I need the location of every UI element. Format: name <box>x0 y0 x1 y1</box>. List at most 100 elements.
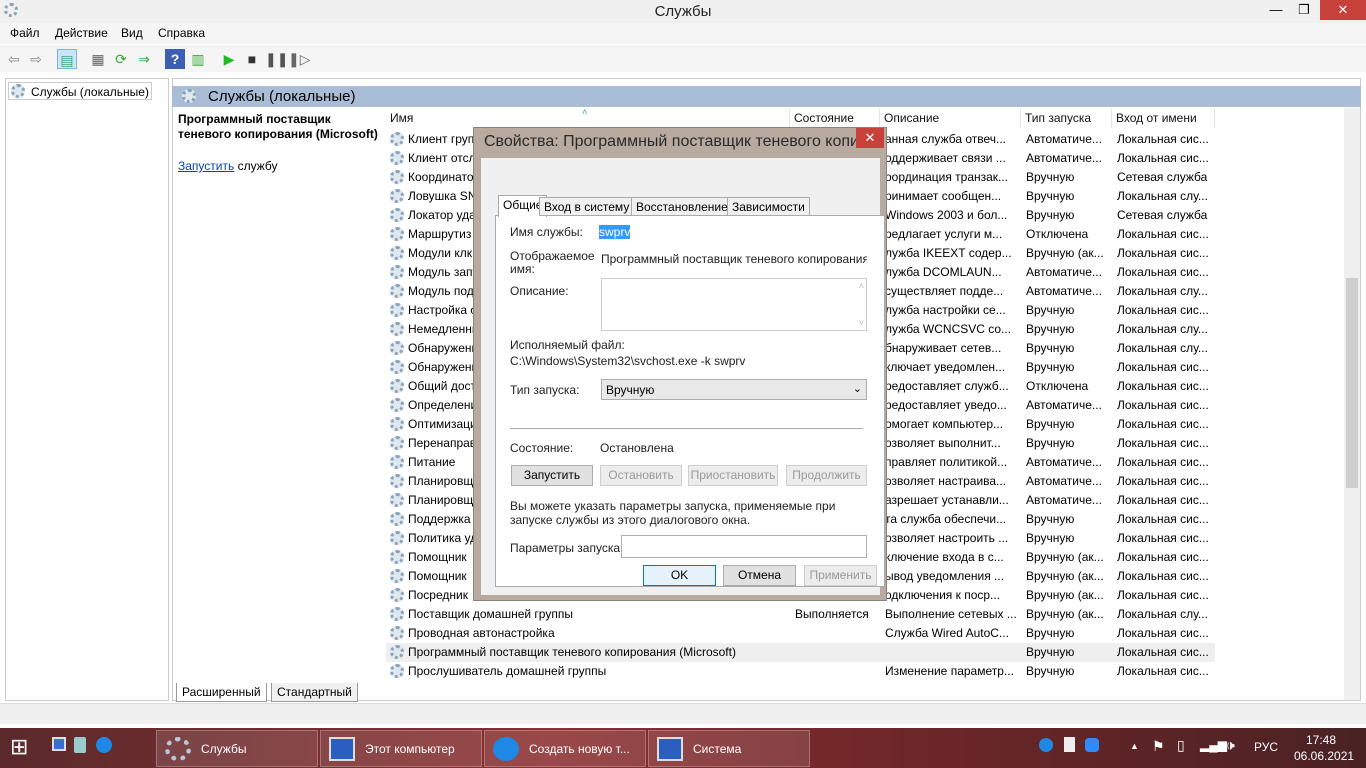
executable-path: C:\Windows\System32\svchost.exe -k swprv <box>510 354 746 368</box>
taskbar-item-create-new[interactable]: Создать новую т... <box>484 730 646 767</box>
tab-extended[interactable]: Расширенный <box>176 683 267 702</box>
pause-service-icon[interactable]: ❚❚ <box>265 49 288 69</box>
chevron-down-icon: ⌄ <box>852 383 862 395</box>
ok-button[interactable]: OK <box>643 565 716 586</box>
service-startup-type: Автоматиче... <box>1026 265 1102 279</box>
menu-help[interactable]: Справка <box>158 26 205 40</box>
menu-bar: Файл Действие Вид Справка <box>0 23 1366 44</box>
document-icon[interactable] <box>1064 737 1075 752</box>
params-input[interactable] <box>621 535 867 558</box>
service-logon-as: Локальная слу... <box>1117 341 1208 355</box>
network-signal-icon[interactable]: ▂▄▆ <box>1200 738 1227 752</box>
start-service-link[interactable]: Запустить <box>178 159 234 173</box>
start-button[interactable]: Запустить <box>511 465 593 486</box>
vertical-scrollbar[interactable] <box>1344 108 1360 700</box>
column-header-description[interactable]: Описание <box>880 108 1021 128</box>
service-logon-as: Локальная сис... <box>1117 569 1209 583</box>
services-icon <box>165 737 191 761</box>
params-label: Параметры запуска: <box>510 541 624 555</box>
column-header-startup-type[interactable]: Тип запуска <box>1021 108 1112 128</box>
menu-action[interactable]: Действие <box>55 26 108 40</box>
tab-recovery[interactable]: Восстановление <box>631 197 733 216</box>
service-logon-as: Локальная сис... <box>1117 398 1209 412</box>
taskbar-item-services[interactable]: Службы <box>156 730 318 767</box>
maximize-button[interactable]: ❐ <box>1290 0 1318 20</box>
help-icon[interactable]: ? <box>165 49 185 69</box>
window-title: Службы <box>654 3 712 20</box>
service-startup-type: Вручную (ак... <box>1026 607 1104 621</box>
table-row[interactable]: Проводная автонастройка Служба Wired Auto… <box>386 624 1215 643</box>
scroll-down-icon[interactable]: ˅ <box>859 318 864 328</box>
service-logon-as: Локальная сис... <box>1117 227 1209 241</box>
service-startup-type: Отключена <box>1026 227 1089 241</box>
menu-view[interactable]: Вид <box>121 26 143 40</box>
column-header-logon-as[interactable]: Вход от имени <box>1112 108 1215 128</box>
recycle-bin-icon[interactable] <box>74 737 86 753</box>
service-startup-type: Автоматиче... <box>1026 398 1102 412</box>
zoom-icon[interactable] <box>1085 738 1099 752</box>
service-description: редлагает услуги м... <box>885 227 1003 241</box>
pane-header: Службы (локальные) <box>172 86 1361 107</box>
scrollbar-thumb[interactable] <box>1346 278 1358 488</box>
windows-start-icon[interactable]: ⊞ <box>10 736 28 758</box>
service-name-value[interactable]: swprv <box>599 225 631 239</box>
taskbar-item-this-pc[interactable]: Этот компьютер <box>320 730 482 767</box>
startup-type-select[interactable]: Вручную ⌄ <box>601 379 867 400</box>
service-description: Изменение параметр... <box>885 664 1014 678</box>
battery-icon[interactable]: ▯ <box>1177 737 1185 754</box>
tab-dependencies[interactable]: Зависимости <box>727 197 810 216</box>
column-header-name[interactable]: Имя ˄ <box>386 107 790 128</box>
resume-button[interactable]: Продолжить <box>786 465 867 486</box>
clock-date[interactable]: 06.06.2021 <box>1294 749 1354 763</box>
start-service-icon[interactable]: ▶ <box>219 49 239 69</box>
service-gear-icon <box>390 303 404 317</box>
scroll-up-icon[interactable]: ˄ <box>859 281 864 291</box>
export-list-icon[interactable]: ⇒ <box>134 49 154 69</box>
refresh-icon[interactable]: ⟳ <box>111 49 131 69</box>
description-textarea[interactable]: ˄ ˅ <box>601 278 867 331</box>
service-logon-as: Локальная сис... <box>1117 417 1209 431</box>
dialog-close-button[interactable]: ✕ <box>856 128 884 148</box>
service-logon-as: Локальная сис... <box>1117 303 1209 317</box>
tab-standard[interactable]: Стандартный <box>271 683 358 702</box>
tree-item-services-local[interactable]: Службы (локальные) <box>8 82 152 100</box>
service-description: Служба Wired AutoC... <box>885 626 1009 640</box>
back-icon[interactable]: ⇦ <box>4 49 24 69</box>
action-pane-icon[interactable]: ▥ <box>188 49 208 69</box>
menu-file[interactable]: Файл <box>10 26 40 40</box>
computer-icon[interactable] <box>52 737 66 751</box>
resume-service-icon[interactable]: ❚▷ <box>288 49 311 69</box>
show-hidden-icons-icon[interactable]: ▲ <box>1130 741 1139 751</box>
apply-button[interactable]: Применить <box>804 565 877 586</box>
table-row[interactable]: Программный поставщик теневого копирован… <box>386 643 1215 662</box>
service-startup-type: Вручную (ак... <box>1026 569 1104 583</box>
service-description: лужба DCOMLAUN... <box>885 265 1002 279</box>
service-logon-as: Локальная сис... <box>1117 512 1209 526</box>
show-hide-console-tree-icon[interactable]: ▤ <box>57 49 77 69</box>
service-logon-as: Локальная сис... <box>1117 379 1209 393</box>
volume-icon[interactable]: 🕩 <box>1226 737 1235 754</box>
sort-ascending-icon: ˄ <box>582 107 588 117</box>
clock-time[interactable]: 17:48 <box>1306 733 1336 747</box>
table-row[interactable]: Поставщик домашней группы Выполняется Выпо… <box>386 605 1215 624</box>
properties-icon[interactable]: ▦ <box>88 49 108 69</box>
service-logon-as: Локальная сис... <box>1117 531 1209 545</box>
chrome-app-tray-icon[interactable] <box>1039 738 1053 752</box>
close-button[interactable]: ✕ <box>1320 0 1366 20</box>
stop-button[interactable]: Остановить <box>600 465 682 486</box>
table-row[interactable]: Прослушиватель домашней группы Изменение … <box>386 662 1215 681</box>
chrome-app-icon[interactable] <box>96 737 112 753</box>
pane-title: Службы (локальные) <box>208 88 356 105</box>
input-language[interactable]: РУС <box>1254 740 1278 754</box>
stop-service-icon[interactable]: ■ <box>242 49 262 69</box>
display-name-label-cont: имя: <box>510 262 535 276</box>
minimize-button[interactable]: — <box>1262 0 1290 20</box>
forward-icon[interactable]: ⇨ <box>26 49 46 69</box>
tab-logon[interactable]: Вход в систему <box>539 197 635 216</box>
column-header-status[interactable]: Состояние <box>790 108 880 128</box>
taskbar-item-system[interactable]: Система <box>648 730 810 767</box>
pause-button[interactable]: Приостановить <box>688 465 778 486</box>
action-center-flag-icon[interactable]: ⚑ <box>1152 738 1165 755</box>
cancel-button[interactable]: Отмена <box>723 565 796 586</box>
service-startup-type: Вручную <box>1026 189 1075 203</box>
